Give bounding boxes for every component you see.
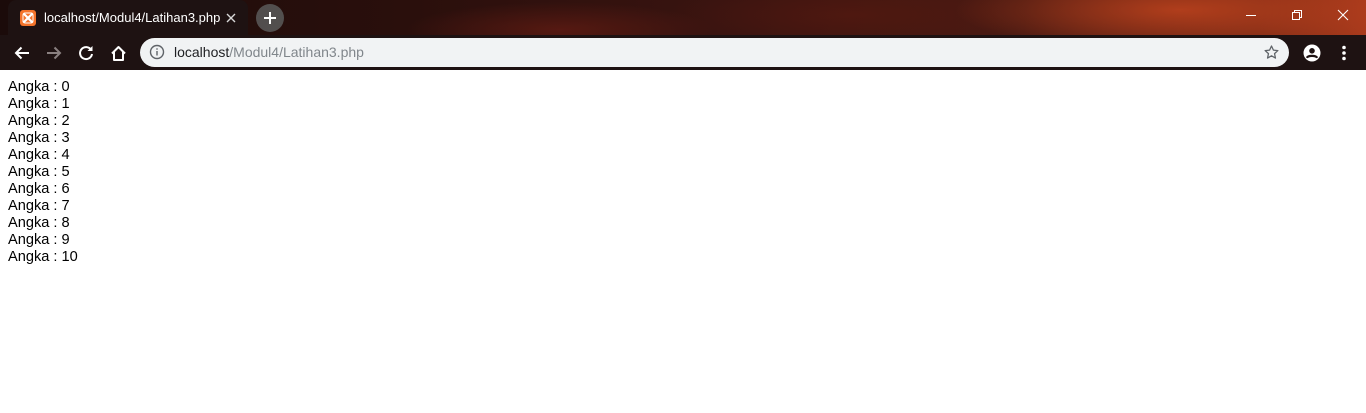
output-line: Angka : 10	[8, 249, 78, 265]
tab-close-icon[interactable]	[223, 10, 238, 25]
back-button[interactable]	[8, 39, 36, 67]
number-output: Angka : 0 Angka : 1 Angka : 2 Angka : 3 …	[8, 79, 1366, 266]
output-line: Angka : 2	[8, 113, 70, 129]
account-circle-icon	[1303, 44, 1321, 62]
window-close-button[interactable]	[1320, 0, 1366, 30]
info-icon[interactable]	[149, 44, 165, 60]
url-path: /Modul4/Latihan3.php	[229, 44, 364, 60]
output-line: Angka : 8	[8, 215, 70, 231]
output-line: Angka : 4	[8, 147, 70, 163]
close-icon	[1337, 9, 1349, 21]
new-tab-button[interactable]	[256, 4, 284, 32]
address-bar-url[interactable]: localhost/Modul4/Latihan3.php	[174, 38, 364, 67]
output-line: Angka : 5	[8, 164, 70, 180]
output-line: Angka : 7	[8, 198, 70, 214]
tab-title: localhost/Modul4/Latihan3.php	[44, 10, 221, 25]
star-outline-icon[interactable]	[1263, 44, 1280, 61]
output-line: Angka : 6	[8, 181, 70, 197]
window-minimize-button[interactable]	[1228, 0, 1274, 30]
minimize-icon	[1245, 9, 1257, 21]
reload-icon	[78, 45, 94, 61]
window-restore-button[interactable]	[1274, 0, 1320, 30]
output-line: Angka : 9	[8, 232, 70, 248]
home-button[interactable]	[104, 39, 132, 67]
plus-icon	[263, 11, 277, 25]
arrow-left-icon	[14, 45, 30, 61]
kebab-menu-icon	[1342, 45, 1346, 61]
output-line: Angka : 0	[8, 79, 70, 95]
xampp-icon	[20, 9, 36, 26]
browser-titlebar: localhost/Modul4/Latihan3.php	[0, 0, 1366, 35]
forward-button[interactable]	[40, 39, 68, 67]
arrow-right-icon	[46, 45, 62, 61]
address-bar[interactable]: localhost/Modul4/Latihan3.php	[140, 38, 1289, 67]
output-line: Angka : 1	[8, 96, 70, 112]
profile-button[interactable]	[1298, 39, 1326, 67]
home-icon	[110, 45, 127, 62]
browser-menu-button[interactable]	[1330, 39, 1358, 67]
page-content: Angka : 0 Angka : 1 Angka : 2 Angka : 3 …	[0, 70, 1366, 413]
restore-icon	[1291, 9, 1303, 21]
reload-button[interactable]	[72, 39, 100, 67]
url-host: localhost	[174, 44, 230, 60]
browser-tab[interactable]: localhost/Modul4/Latihan3.php	[8, 0, 248, 35]
output-line: Angka : 3	[8, 130, 70, 146]
browser-toolbar: localhost/Modul4/Latihan3.php	[0, 35, 1366, 70]
